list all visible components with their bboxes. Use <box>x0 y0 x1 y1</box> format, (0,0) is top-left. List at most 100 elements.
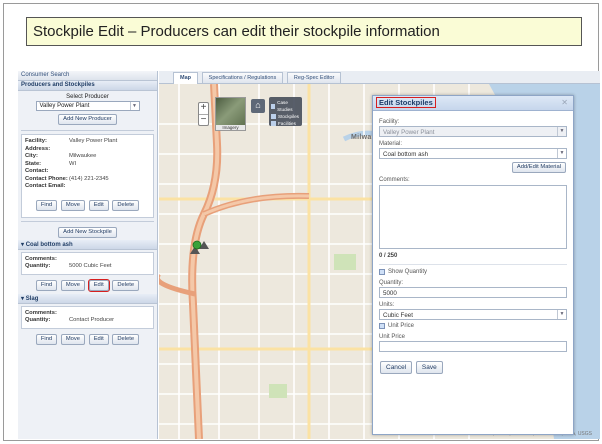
info-row: Comments: <box>25 255 57 262</box>
imagery-toggle[interactable]: Imagery <box>215 97 246 131</box>
consumer-search-header[interactable]: Consumer Search <box>18 71 157 81</box>
material-select[interactable]: Coal bottom ash ▼ <box>379 148 567 159</box>
map-view[interactable]: Milwaukee + − Imagery ⌂ Case Studies Sto… <box>159 84 600 439</box>
info-row: Quantity: 5000 Cubic Feet <box>25 263 112 269</box>
show-quantity-checkbox[interactable]: Show Quantity <box>379 268 567 276</box>
zoom-in-button[interactable]: + <box>199 103 208 114</box>
close-icon[interactable]: ✕ <box>561 98 568 107</box>
stockpile-panel-coal: Comments: Quantity: 5000 Cubic Feet <box>21 251 154 275</box>
add-new-producer-button[interactable]: Add New Producer <box>58 114 117 125</box>
quantity-input[interactable]: 5000 <box>379 287 567 298</box>
producers-header[interactable]: Producers and Stockpiles <box>18 81 157 91</box>
material-label: Material: <box>379 141 403 147</box>
find-button[interactable]: Find <box>35 333 58 345</box>
edit-button[interactable]: Edit <box>88 333 109 345</box>
find-button[interactable]: Find <box>35 199 58 211</box>
save-button[interactable]: Save <box>415 361 443 374</box>
add-stockpile-section: Add New Stockpile <box>18 225 157 240</box>
dialog-actions: Cancel Save <box>379 361 567 374</box>
layer-icon <box>271 114 276 119</box>
divider <box>21 220 154 222</box>
facility-value: Valley Power Plant <box>383 128 435 136</box>
chevron-down-icon: ▼ <box>129 102 139 110</box>
main-area: Map Specifications / Regulations Reg-Spe… <box>159 71 600 439</box>
stockpile-actions-slag: Find Move Edit Delete <box>18 331 157 348</box>
move-button[interactable]: Move <box>60 333 86 345</box>
app-window: Consumer Search Producers and Stockpiles… <box>18 71 600 439</box>
unit-price-check-label: Unit Price <box>388 323 415 329</box>
stockpile-header-slag[interactable]: ▾ Slag <box>18 293 157 304</box>
dialog-header: Edit Stockpiles ✕ <box>373 96 573 111</box>
zoom-out-button[interactable]: − <box>199 114 208 125</box>
layer-icon <box>271 103 276 109</box>
slide-caption: Stockpile Edit – Producers can edit thei… <box>26 17 582 46</box>
chevron-down-icon: ▼ <box>557 149 566 158</box>
find-button[interactable]: Find <box>35 279 58 291</box>
producer-info-panel: Facility: Valley Power Plant Address: Cit… <box>21 134 154 218</box>
info-row: Address: <box>25 145 51 152</box>
tab-specifications[interactable]: Specifications / Regulations <box>201 72 284 83</box>
info-row: Contact Email: <box>25 183 66 189</box>
delete-button[interactable]: Delete <box>112 333 140 345</box>
sidebar: Consumer Search Producers and Stockpiles… <box>18 71 158 439</box>
add-edit-material-button[interactable]: Add/Edit Material <box>511 162 566 173</box>
imagery-label: Imagery <box>216 125 245 130</box>
select-producer-label: Select Producer <box>66 94 109 100</box>
edit-stockpile-button[interactable]: Edit <box>87 278 110 292</box>
zoom-control: + − <box>198 102 209 126</box>
producer-actions: Find Move Edit Delete <box>22 191 153 214</box>
tab-bar: Map Specifications / Regulations Reg-Spe… <box>159 71 600 84</box>
layer-facilities[interactable]: Facilities <box>271 120 300 127</box>
divider <box>379 264 567 265</box>
facility-label: Facility: <box>379 119 400 125</box>
edit-button[interactable]: Edit <box>88 199 109 211</box>
divider <box>21 130 154 131</box>
facility-select: Valley Power Plant ▼ <box>379 126 567 137</box>
info-row: State: WI <box>25 160 77 167</box>
unit-price-label: Unit Price <box>379 334 406 340</box>
show-quantity-label: Show Quantity <box>388 269 428 275</box>
units-label: Units: <box>379 302 395 308</box>
checkbox-icon <box>379 269 385 275</box>
layer-stockpiles[interactable]: Stockpiles <box>271 113 300 120</box>
info-row: City: Milwaukee <box>25 153 97 159</box>
info-row: Contact Phone: (414) 221-2345 <box>25 175 109 182</box>
home-icon[interactable]: ⌂ <box>251 99 265 113</box>
stockpile-header-coal[interactable]: ▾ Coal bottom ash <box>18 239 157 250</box>
stockpile-panel-slag: Comments: Quantity: Contact Producer <box>21 305 154 329</box>
comments-textarea[interactable] <box>379 185 567 249</box>
move-button[interactable]: Move <box>60 199 86 211</box>
unit-price-input[interactable] <box>379 341 567 352</box>
cancel-button[interactable]: Cancel <box>380 361 413 374</box>
stockpile-name: Slag <box>25 295 39 302</box>
producer-select[interactable]: Valley Power Plant ▼ <box>35 101 140 111</box>
info-row: Comments: <box>25 309 57 316</box>
info-row: Contact: <box>25 168 49 174</box>
delete-button[interactable]: Delete <box>112 199 140 211</box>
quantity-label: Quantity: <box>379 280 404 286</box>
move-button[interactable]: Move <box>60 279 86 291</box>
info-row: Facility: Valley Power Plant <box>25 138 118 144</box>
chevron-down-icon: ▼ <box>557 310 566 319</box>
units-value: Cubic Feet <box>383 311 413 319</box>
producer-select-value: Valley Power Plant <box>39 103 90 109</box>
material-value: Coal bottom ash <box>383 150 429 158</box>
add-new-stockpile-button[interactable]: Add New Stockpile <box>58 226 117 238</box>
tab-reg-spec-editor[interactable]: Reg-Spec Editor <box>286 72 342 83</box>
stockpile-actions-coal: Find Move Edit Delete <box>18 277 157 294</box>
quantity-value: 5000 <box>383 289 397 297</box>
dialog-title: Edit Stockpiles <box>376 97 436 108</box>
delete-button[interactable]: Delete <box>112 279 140 291</box>
units-select[interactable]: Cubic Feet ▼ <box>379 309 567 320</box>
comments-counter: 0 / 250 <box>379 253 398 259</box>
layer-case-studies[interactable]: Case Studies <box>271 99 300 113</box>
info-row: Quantity: Contact Producer <box>25 317 115 323</box>
stockpile-name: Coal bottom ash <box>25 241 73 248</box>
unit-price-checkbox[interactable]: Unit Price <box>379 322 567 330</box>
comments-label: Comments: <box>379 177 410 183</box>
edit-stockpiles-dialog: Edit Stockpiles ✕ Facility: Valley Power… <box>372 95 574 435</box>
select-producer-section: Select Producer Valley Power Plant ▼ Add… <box>18 91 157 125</box>
chevron-down-icon: ▼ <box>557 127 566 136</box>
dialog-body: Facility: Valley Power Plant ▼ Material:… <box>373 111 573 378</box>
tab-map[interactable]: Map <box>173 72 198 84</box>
